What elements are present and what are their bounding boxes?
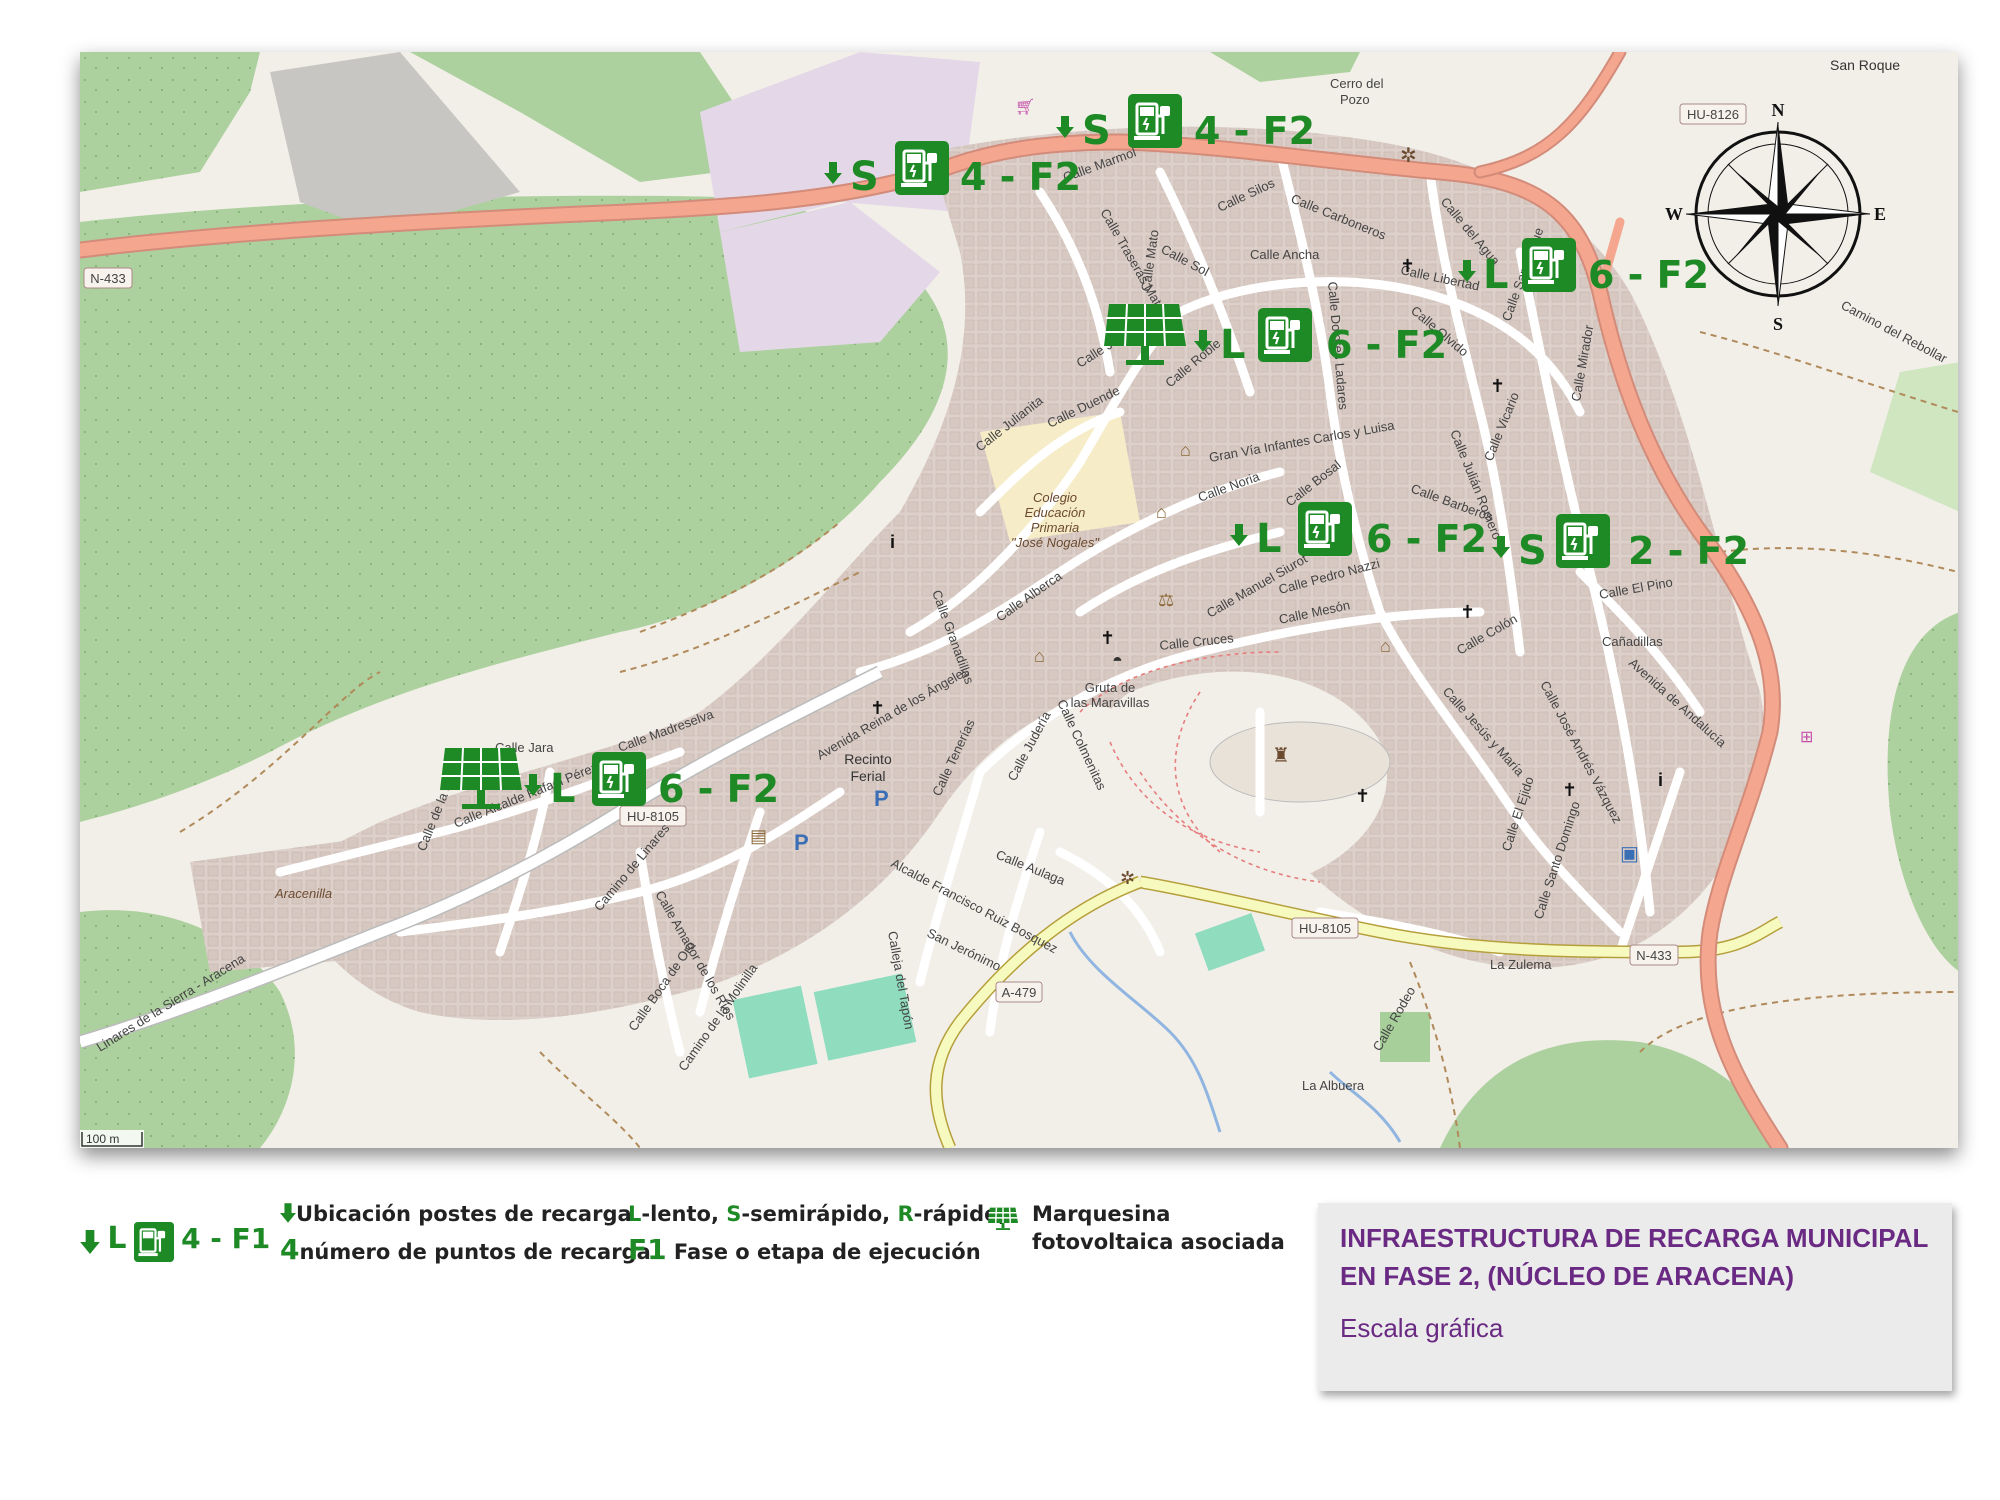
place-label-la-albuera: La Albuera xyxy=(1302,1078,1365,1093)
marker-count: 6 - F2 xyxy=(1588,253,1709,297)
parking-icon: P xyxy=(794,830,809,855)
svg-text:HU-8126: HU-8126 xyxy=(1687,107,1739,122)
street-label: Cañadillas xyxy=(1602,634,1663,649)
museum-icon: ⌂ xyxy=(1180,440,1191,460)
map-view[interactable]: N-433 N-433 HU-8126 HU-8105 HU-8105 A-47… xyxy=(80,52,1958,1148)
legend-solar-icon-wrap xyxy=(988,1204,1018,1241)
compass-south-label: S xyxy=(1773,314,1783,334)
marker-count: 6 - F2 xyxy=(658,767,779,811)
bus-stop-icon: ▣ xyxy=(1620,843,1639,865)
road-shield-hu8105-south: HU-8105 xyxy=(1291,917,1359,939)
ev-charger-icon xyxy=(1126,92,1184,150)
info-icon: i xyxy=(890,532,895,552)
svg-text:N-433: N-433 xyxy=(1636,948,1671,963)
ev-charger-icon xyxy=(893,139,951,197)
legend-phase-code: F1 xyxy=(628,1233,667,1266)
street-label: Calle Ancha xyxy=(1250,247,1320,262)
ev-charger-icon xyxy=(1554,512,1612,570)
courthouse-icon: ⚖ xyxy=(1158,590,1174,610)
info-box-scale-label: Escala gráfica xyxy=(1340,1313,1504,1343)
marker-count: 4 - F2 xyxy=(960,155,1081,199)
church-icon: ✝ xyxy=(1400,256,1415,276)
legend-speed-s-text: -semirápido, xyxy=(741,1202,898,1226)
legend-speed-l-text: -lento, xyxy=(641,1202,727,1226)
ev-charger-icon xyxy=(1520,236,1578,294)
marker-type: S xyxy=(1518,528,1547,574)
svg-text:HU-8105: HU-8105 xyxy=(1299,921,1351,936)
map-legend: L 4 - F1 Ubicación postes de recarga 4nú… xyxy=(80,1200,1320,1280)
map-scale-bar: 100 m xyxy=(80,1130,144,1148)
marker-type: L xyxy=(1256,516,1282,562)
museum-icon: ⌂ xyxy=(1380,636,1391,656)
info-box: INFRAESTRUCTURA DE RECARGA MUNICIPAL EN … xyxy=(1318,1203,1952,1391)
museum-icon: ⌂ xyxy=(1156,502,1167,522)
viewpoint-icon: ✲ xyxy=(1120,868,1135,888)
marker-count: 6 - F2 xyxy=(1326,323,1447,367)
svg-text:A-479: A-479 xyxy=(1002,985,1037,1000)
legend-speed-r: R xyxy=(897,1202,914,1226)
church-icon: ✝ xyxy=(1100,628,1115,648)
place-label-recinto-ferial: Recinto Ferial xyxy=(844,751,892,784)
church-icon: ✝ xyxy=(1460,602,1475,622)
arrow-down-icon xyxy=(280,1203,296,1223)
ev-charger-icon xyxy=(590,750,648,808)
scale-bar-label: 100 m xyxy=(86,1132,119,1146)
place-label-la-zulema: La Zulema xyxy=(1490,957,1552,972)
shop-icon: 🛒︎ xyxy=(1015,98,1035,116)
solar-canopy-icon xyxy=(988,1207,1018,1230)
svg-text:HU-8105: HU-8105 xyxy=(627,809,679,824)
info-icon: i xyxy=(1658,770,1663,790)
marker-type: L xyxy=(550,766,576,812)
compass-north-label: N xyxy=(1772,100,1785,120)
legend-speed-l: L xyxy=(628,1202,642,1226)
marker-count: 2 - F2 xyxy=(1628,529,1749,573)
marker-type: S xyxy=(850,154,879,200)
arrow-down-icon xyxy=(80,1230,100,1254)
compass-east-label: E xyxy=(1874,204,1886,224)
viewpoint-icon: ✲ xyxy=(1400,145,1417,167)
ev-charger-icon xyxy=(133,1222,174,1262)
ev-charger-icon xyxy=(1256,306,1314,364)
church-icon: ✝ xyxy=(1490,376,1505,396)
legend-speed-item: L-lento, S-semirápido, R-rápido, xyxy=(628,1200,1007,1228)
legend-location-text: Ubicación postes de recarga xyxy=(296,1202,632,1226)
legend-count-text: número de puntos de recarga xyxy=(299,1240,651,1264)
road-shield-n433-east: N-433 xyxy=(1629,944,1679,966)
legend-example: L 4 - F1 xyxy=(80,1222,270,1262)
marker-type: L xyxy=(1220,322,1246,368)
road-shield-hu8126: HU-8126 xyxy=(1679,103,1747,125)
ev-charger-icon xyxy=(1296,500,1354,558)
compass-west-label: W xyxy=(1665,204,1683,224)
legend-count-item: 4número de puntos de recarga xyxy=(280,1236,651,1266)
road-shield-n433-west: N-433 xyxy=(83,267,133,289)
marker-type: S xyxy=(1082,108,1111,154)
cave-icon: ◓ xyxy=(1112,650,1123,670)
church-icon: ✝ xyxy=(1562,780,1577,800)
church-icon: ✝ xyxy=(870,698,885,718)
church-icon: ✝ xyxy=(1355,786,1370,806)
cinema-icon: ▤ xyxy=(750,826,767,846)
legend-count-number: 4 xyxy=(280,1233,300,1266)
place-label-line: Cerro del xyxy=(1330,76,1384,91)
shop-icon: ⊞ xyxy=(1800,729,1813,746)
legend-solar-text: Marquesina fotovoltaica asociada xyxy=(1032,1202,1285,1254)
museum-icon: ⌂ xyxy=(1034,646,1045,666)
place-label-aracenilla: Aracenilla xyxy=(274,886,332,901)
marker-count: 6 - F2 xyxy=(1366,517,1487,561)
info-box-title: INFRAESTRUCTURA DE RECARGA MUNICIPAL EN … xyxy=(1340,1223,1928,1291)
legend-speed-s: S xyxy=(726,1202,742,1226)
legend-example-type: L xyxy=(107,1221,127,1256)
legend-location-item: Ubicación postes de recarga xyxy=(280,1200,632,1228)
svg-text:N-433: N-433 xyxy=(90,271,125,286)
legend-phase-item: F1 Fase o etapa de ejecución xyxy=(628,1236,981,1266)
marker-type: L xyxy=(1483,252,1509,298)
parking-icon: P xyxy=(874,786,889,811)
place-label-san-roque: San Roque xyxy=(1830,57,1900,73)
road-shield-a479: A-479 xyxy=(995,981,1043,1003)
legend-phase-text: Fase o etapa de ejecución xyxy=(666,1240,981,1264)
legend-example-count: 4 - F1 xyxy=(181,1222,271,1255)
marker-count: 4 - F2 xyxy=(1194,109,1315,153)
castle-icon: ♜ xyxy=(1272,745,1290,767)
